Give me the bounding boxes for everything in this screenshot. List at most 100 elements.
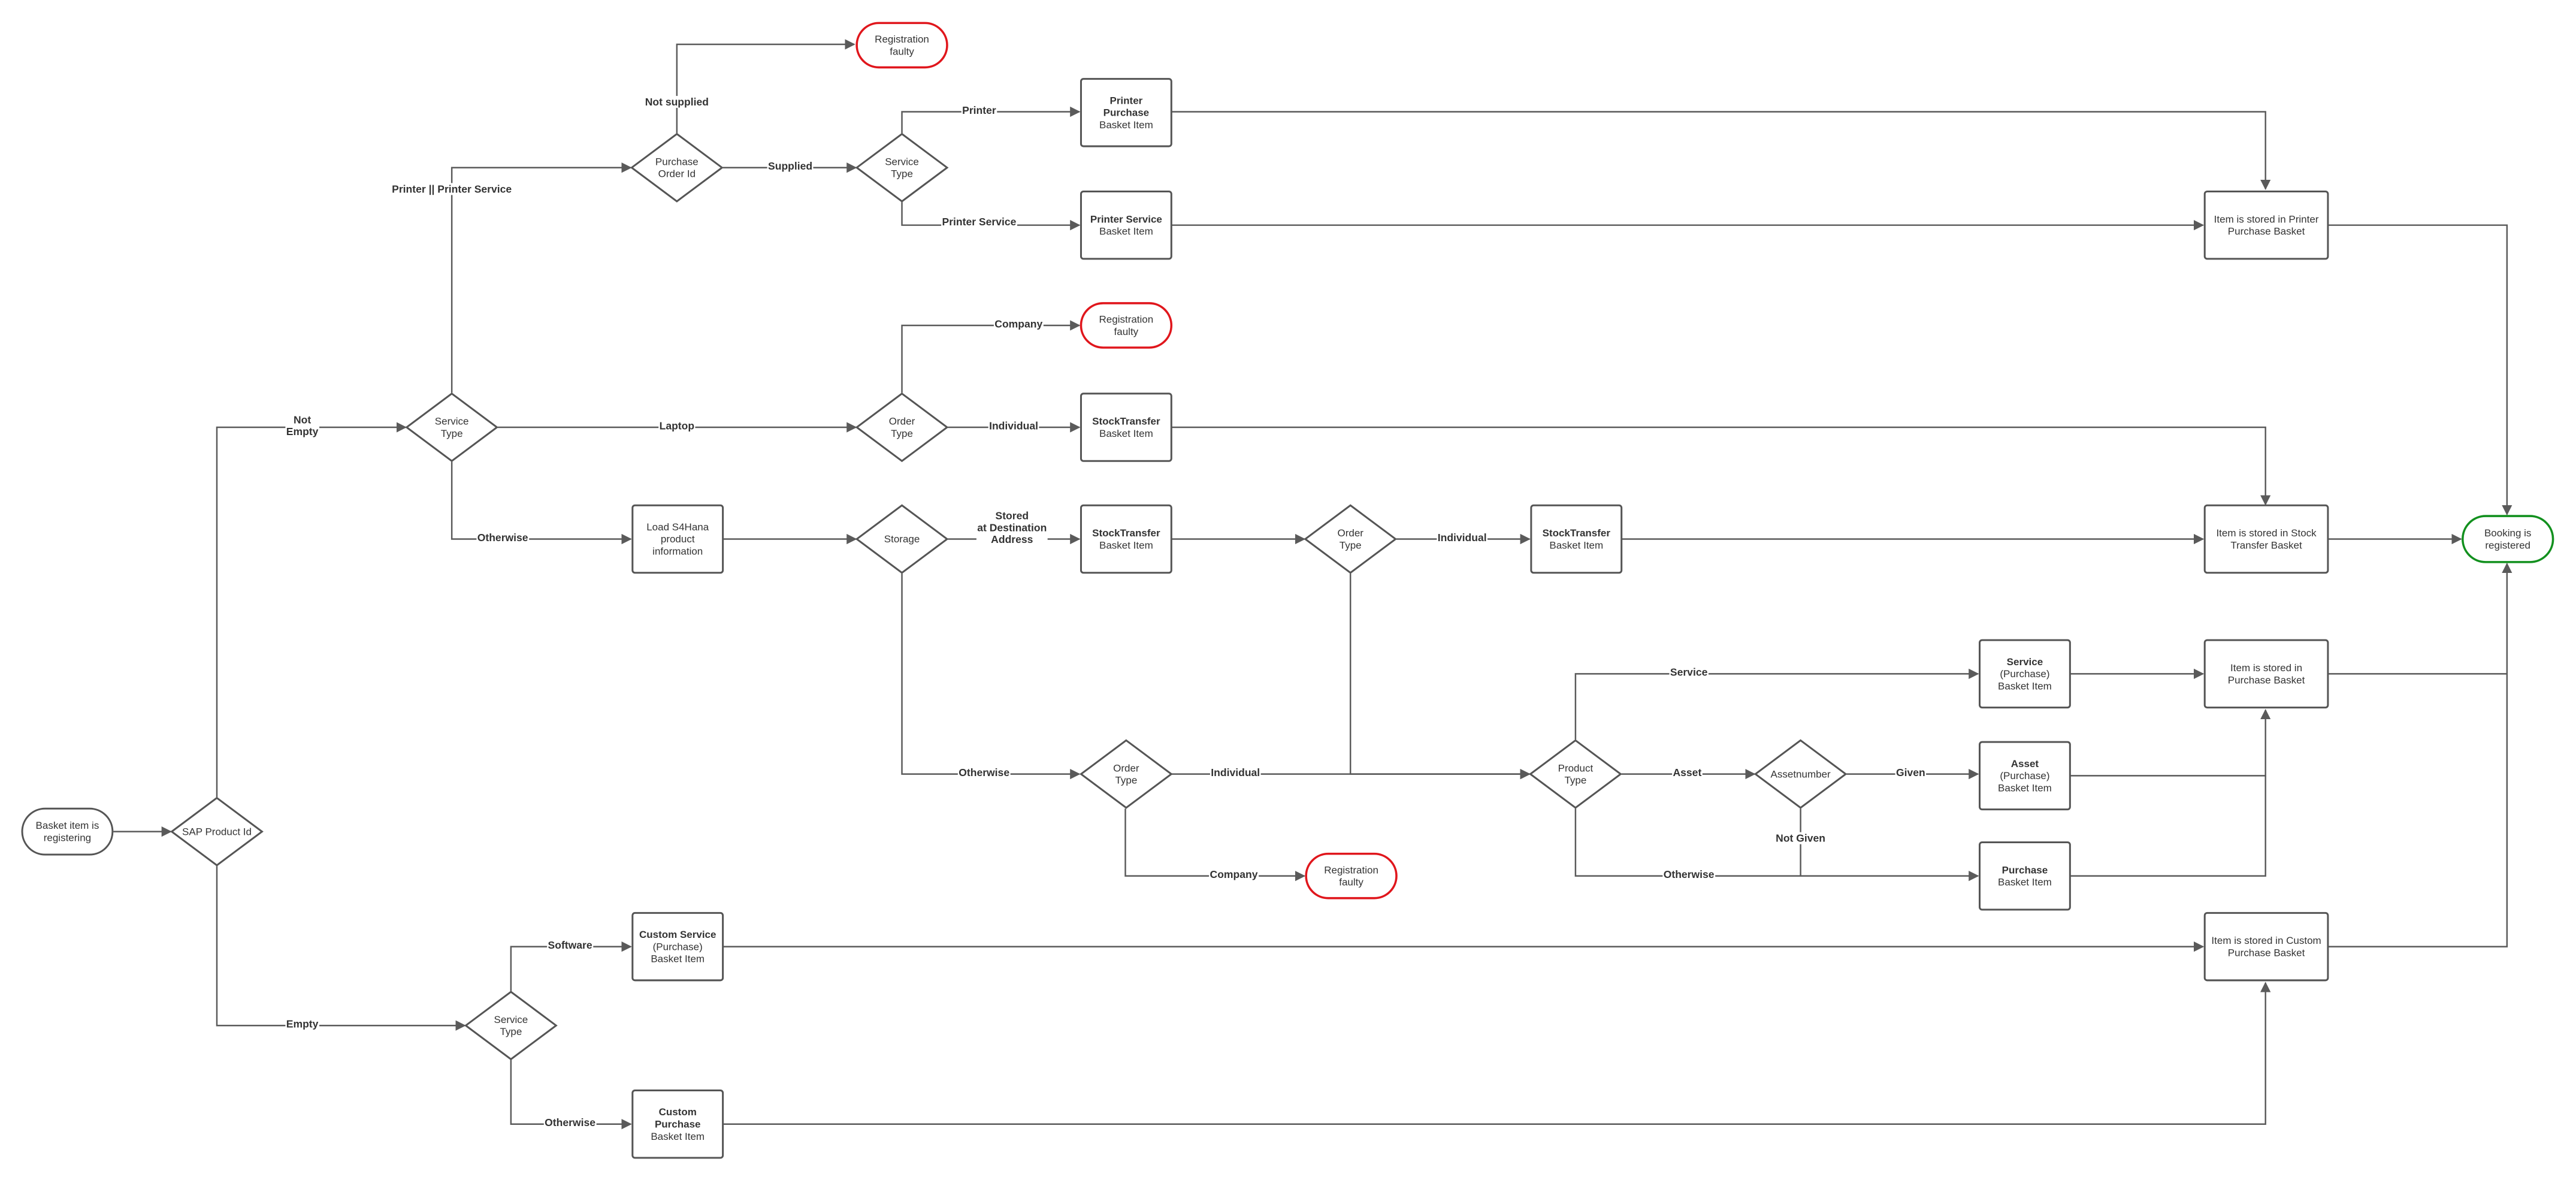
connector-storecustom-booking (2327, 674, 2508, 947)
node-label: Custom Service (639, 929, 716, 940)
node-label: Registration (1324, 864, 1378, 876)
node-label: (Purchase) (653, 941, 703, 952)
connector-line (1124, 808, 1306, 882)
node-label: Transfer Basket (2230, 539, 2302, 551)
terminal-node-faulty3[interactable]: Registrationfaulty (1305, 852, 1398, 900)
decision-node-order3[interactable]: OrderType (1079, 739, 1173, 809)
node-label: Order (1337, 527, 1363, 539)
terminal-node-start[interactable]: Basket item isregistering (21, 807, 114, 856)
decision-node-order1[interactable]: OrderType (855, 392, 949, 463)
terminal-node-faulty1[interactable]: Registrationfaulty (855, 22, 948, 69)
connector-st1-order1: Laptop (497, 420, 857, 433)
node-label: Registration (1099, 314, 1154, 325)
node-label: Order (1113, 762, 1139, 774)
process-node-store-purchase[interactable]: Item is stored inPurchase Basket (2203, 639, 2329, 709)
node-label: faulty (1114, 326, 1139, 337)
process-node-load[interactable]: Load S4Hanaproductinformation (631, 504, 724, 574)
edge-label: Laptop (660, 420, 694, 431)
node-label: Item is stored in (2230, 662, 2302, 674)
decision-node-order2[interactable]: OrderType (1304, 504, 1398, 574)
edges-layer: Not Empty Empty Printer || Printer Service L… (113, 39, 2512, 1130)
connector-storepurchase-booking (2327, 562, 2512, 675)
node-label: Type (891, 168, 913, 180)
edge-label: Individual (1438, 532, 1487, 544)
connector-line (1171, 426, 2271, 506)
edge-label: Otherwise (545, 1116, 595, 1128)
connector-product-servp: Service (1574, 666, 1979, 740)
decision-node-po[interactable]: PurchaseOrder Id (630, 132, 724, 203)
terminal-node-faulty2[interactable]: Registrationfaulty (1080, 302, 1173, 349)
edge-label: Otherwise (477, 532, 528, 544)
node-label: Basket Item (1099, 539, 1153, 551)
process-node-store-printer[interactable]: Item is stored in PrinterPurchase Basket (2203, 190, 2329, 260)
node-label: Custom (659, 1106, 697, 1118)
connector-product-assetnum: Asset (1621, 766, 1756, 780)
process-node-store-stock[interactable]: Item is stored in StockTransfer Basket (2203, 504, 2329, 574)
process-node-cserv[interactable]: Custom Service(Purchase)Basket Item (631, 912, 724, 982)
edge-label: Otherwise (959, 766, 1009, 778)
connector-line (901, 320, 1081, 393)
decision-node-st3[interactable]: ServiceType (464, 991, 558, 1061)
node-label: Service (435, 416, 469, 427)
node-label: Basket item is (36, 820, 99, 831)
decision-node-storage[interactable]: Storage (855, 504, 949, 574)
node-label: Basket Item (1998, 782, 2052, 793)
decision-node-sap[interactable]: SAP Product Id (170, 796, 264, 867)
process-node-asset[interactable]: Asset(Purchase)Basket Item (1979, 741, 2071, 811)
process-node-stock1[interactable]: StockTransferBasket Item (1080, 393, 1172, 462)
connector-st1-load: Otherwise (451, 461, 632, 545)
node-label: Order Id (658, 168, 696, 180)
node-label: Basket Item (651, 953, 705, 965)
connector-order2-product (1349, 574, 1531, 780)
edge-label: Not supplied (645, 96, 709, 108)
process-node-cpurch[interactable]: CustomPurchaseBasket Item (631, 1090, 724, 1159)
connector-assetnum-asset: Given (1846, 766, 1979, 780)
process-node-store-custom[interactable]: Item is stored in CustomPurchase Basket (2203, 912, 2329, 982)
process-node-pp[interactable]: PrinterPurchaseBasket Item (1080, 78, 1172, 147)
connector-line (1574, 668, 1979, 740)
connector-line (676, 39, 855, 134)
connector-cpurch-store (722, 982, 2271, 1125)
decision-node-st1[interactable]: ServiceType (405, 392, 499, 463)
process-node-stock3[interactable]: StockTransferBasket Item (1530, 504, 1623, 574)
terminal-node-booking[interactable]: Booking isregistered (2461, 515, 2554, 563)
process-node-servp[interactable]: Service(Purchase)Basket Item (1979, 639, 2071, 709)
node-label: product (661, 533, 695, 545)
connector-storeprinter-booking (2327, 224, 2512, 516)
node-label: Asset (2011, 758, 2039, 769)
edge-label: Asset (1673, 766, 1701, 778)
decision-node-st2[interactable]: ServiceType (855, 132, 949, 203)
edge-label: Company (994, 318, 1042, 330)
node-label: faulty (1339, 877, 1363, 888)
node-label: Assetnumber (1771, 768, 1831, 780)
node-label: Service (494, 1014, 528, 1025)
connector-sap-st3: Empty (216, 866, 466, 1031)
connector-st3-cpurch: Otherwise (510, 1060, 632, 1130)
node-label: Printer (1109, 95, 1142, 106)
node-label: (Purchase) (2000, 668, 2049, 680)
node-label: Purchase (655, 1119, 701, 1130)
node-label: Purchase (655, 156, 699, 167)
connector-line (216, 422, 407, 798)
node-label: Purchase (2002, 864, 2048, 876)
connector-order1-stock1: Individual (948, 420, 1081, 433)
edge-label: Given (1896, 766, 1925, 778)
edge-label: Supplied (768, 160, 812, 172)
process-node-stock2[interactable]: StockTransferBasket Item (1080, 504, 1172, 574)
node-label: Registration (875, 34, 929, 45)
node-label: faulty (890, 46, 914, 57)
process-node-purchase[interactable]: PurchaseBasket Item (1979, 841, 2071, 911)
connector-line (2327, 224, 2512, 516)
edge-label: Individual (1211, 766, 1260, 778)
node-label: Type (1564, 775, 1586, 786)
edge-label: Empty (286, 1018, 319, 1030)
process-node-ps[interactable]: Printer ServiceBasket Item (1080, 190, 1172, 260)
decision-node-assetnum[interactable]: Assetnumber (1753, 739, 1848, 809)
node-label: Basket Item (1099, 119, 1153, 131)
connector-line (1171, 111, 2271, 191)
node-label: Item is stored in Custom (2211, 935, 2321, 946)
node-label: Purchase (1103, 107, 1150, 119)
node-label: Service (2007, 656, 2043, 668)
edge-label: Company (1210, 868, 1258, 880)
decision-node-product[interactable]: ProductType (1528, 739, 1622, 809)
